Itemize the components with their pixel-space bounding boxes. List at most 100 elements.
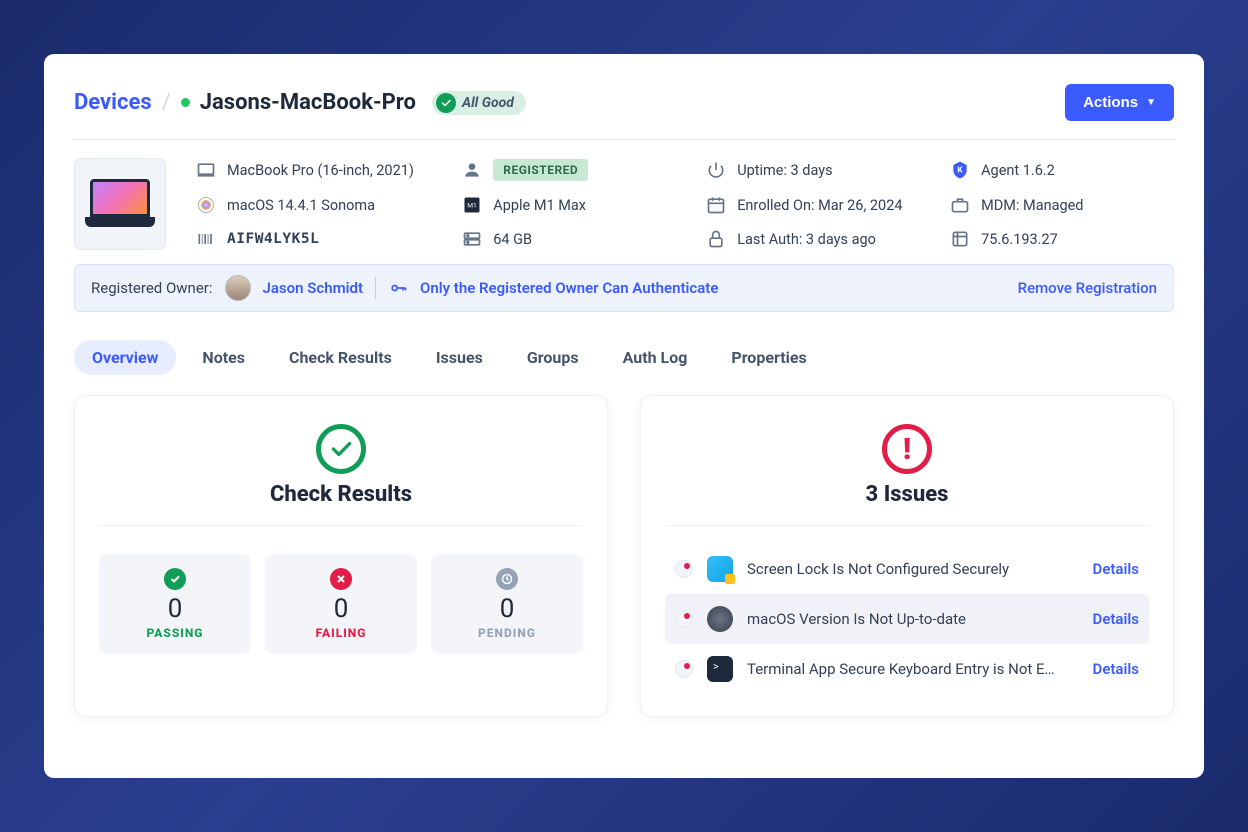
actions-label: Actions — [1083, 94, 1138, 111]
remove-registration-link[interactable]: Remove Registration — [1018, 279, 1157, 297]
owner-policy-link[interactable]: Only the Registered Owner Can Authentica… — [420, 279, 718, 297]
info-enrolled: Enrolled On: Mar 26, 2024 — [706, 194, 930, 216]
tab-issues[interactable]: Issues — [418, 340, 501, 375]
tab-check-results[interactable]: Check Results — [271, 340, 410, 375]
device-info-section: MacBook Pro (16-inch, 2021) REGISTERED U… — [74, 140, 1174, 264]
issue-row[interactable]: macOS Version Is Not Up-to-date Details — [665, 594, 1149, 644]
issues-title: 3 Issues — [665, 482, 1149, 507]
device-image — [74, 158, 166, 250]
stat-pending-label: PENDING — [439, 626, 575, 640]
info-model-value: MacBook Pro (16-inch, 2021) — [227, 162, 414, 179]
info-serial-value: AIFW4LYK5L — [227, 231, 319, 247]
registered-badge: REGISTERED — [493, 159, 588, 181]
chip-icon: M1 — [462, 195, 482, 215]
status-pill: All Good — [432, 91, 526, 115]
info-mdm-value: MDM: Managed — [981, 197, 1083, 214]
info-os: macOS 14.4.1 Sonoma — [196, 194, 442, 216]
owner-name-link[interactable]: Jason Schmidt — [263, 279, 363, 297]
owner-bar: Registered Owner: Jason Schmidt Only the… — [74, 264, 1174, 312]
agent-icon: K — [950, 160, 970, 180]
header-row: Devices / Jasons-MacBook-Pro All Good Ac… — [74, 84, 1174, 140]
check-results-stats: 0 PASSING 0 FAILING 0 PENDING — [99, 554, 583, 654]
info-model: MacBook Pro (16-inch, 2021) — [196, 158, 442, 182]
lock-icon — [706, 229, 726, 249]
key-icon — [388, 278, 408, 298]
owner-avatar — [225, 275, 251, 301]
issues-list: Screen Lock Is Not Configured Securely D… — [665, 544, 1149, 694]
device-info-grid: MacBook Pro (16-inch, 2021) REGISTERED U… — [196, 158, 1174, 250]
tab-overview[interactable]: Overview — [74, 340, 176, 375]
owner-label: Registered Owner: — [91, 279, 213, 297]
breadcrumb-root-link[interactable]: Devices — [74, 90, 152, 115]
check-results-card: Check Results 0 PASSING 0 FAILING 0 PEND… — [74, 395, 608, 717]
overview-cards: Check Results 0 PASSING 0 FAILING 0 PEND… — [74, 395, 1174, 717]
gauge-icon — [675, 660, 693, 678]
person-icon — [462, 160, 482, 180]
stat-passing[interactable]: 0 PASSING — [99, 554, 251, 654]
check-icon — [164, 568, 186, 590]
info-enrolled-value: Enrolled On: Mar 26, 2024 — [737, 197, 902, 214]
info-uptime-value: Uptime: 3 days — [737, 162, 832, 179]
check-circle-icon — [316, 424, 366, 474]
stat-failing-label: FAILING — [273, 626, 409, 640]
status-dot-icon — [181, 98, 190, 107]
power-icon — [706, 160, 726, 180]
actions-button[interactable]: Actions ▼ — [1065, 84, 1174, 121]
storage-icon — [462, 229, 482, 249]
x-icon — [330, 568, 352, 590]
status-text: All Good — [462, 95, 522, 111]
check-results-title: Check Results — [99, 482, 583, 507]
tab-properties[interactable]: Properties — [713, 340, 824, 375]
info-registration: REGISTERED — [462, 158, 686, 182]
briefcase-icon — [950, 195, 970, 215]
screen-lock-icon — [707, 556, 733, 582]
check-icon — [436, 93, 456, 113]
info-os-value: macOS 14.4.1 Sonoma — [227, 197, 375, 214]
separator — [375, 277, 376, 299]
issue-row[interactable]: Screen Lock Is Not Configured Securely D… — [665, 544, 1149, 594]
breadcrumb: Devices / Jasons-MacBook-Pro All Good — [74, 90, 526, 115]
issues-card: ! 3 Issues Screen Lock Is Not Configured… — [640, 395, 1174, 717]
info-storage-value: 64 GB — [493, 231, 532, 248]
stat-failing[interactable]: 0 FAILING — [265, 554, 417, 654]
info-chip-value: Apple M1 Max — [493, 197, 586, 214]
info-chip: M1 Apple M1 Max — [462, 194, 686, 216]
breadcrumb-separator: / — [162, 90, 171, 115]
info-last-auth: Last Auth: 3 days ago — [706, 228, 930, 250]
tab-notes[interactable]: Notes — [184, 340, 263, 375]
tab-groups[interactable]: Groups — [509, 340, 597, 375]
network-icon — [950, 229, 970, 249]
issue-text: Screen Lock Is Not Configured Securely — [747, 560, 1079, 578]
warning-icon: ! — [882, 424, 932, 474]
info-storage: 64 GB — [462, 228, 686, 250]
stat-passing-count: 0 — [107, 594, 243, 624]
details-link[interactable]: Details — [1093, 560, 1139, 578]
chevron-down-icon: ▼ — [1146, 97, 1156, 108]
issue-text: macOS Version Is Not Up-to-date — [747, 610, 1079, 628]
info-agent-value: Agent 1.6.2 — [981, 162, 1055, 179]
info-ip-value: 75.6.193.27 — [981, 231, 1058, 248]
terminal-icon — [707, 656, 733, 682]
issue-text: Terminal App Secure Keyboard Entry is No… — [747, 660, 1079, 678]
details-link[interactable]: Details — [1093, 610, 1139, 628]
clock-icon — [496, 568, 518, 590]
issues-header: ! 3 Issues — [665, 424, 1149, 526]
info-mdm: MDM: Managed — [950, 194, 1174, 216]
tab-auth-log[interactable]: Auth Log — [605, 340, 706, 375]
barcode-icon — [196, 229, 216, 249]
info-last-auth-value: Last Auth: 3 days ago — [737, 231, 876, 248]
details-link[interactable]: Details — [1093, 660, 1139, 678]
stat-pending[interactable]: 0 PENDING — [431, 554, 583, 654]
tabs: Overview Notes Check Results Issues Grou… — [74, 340, 1174, 375]
gauge-icon — [675, 610, 693, 628]
info-ip: 75.6.193.27 — [950, 228, 1174, 250]
device-detail-panel: Devices / Jasons-MacBook-Pro All Good Ac… — [44, 54, 1204, 778]
os-icon — [196, 195, 216, 215]
issue-row[interactable]: Terminal App Secure Keyboard Entry is No… — [665, 644, 1149, 694]
check-results-header: Check Results — [99, 424, 583, 526]
info-uptime: Uptime: 3 days — [706, 158, 930, 182]
info-serial: AIFW4LYK5L — [196, 228, 442, 250]
svg-text:K: K — [957, 166, 963, 176]
calendar-icon — [706, 195, 726, 215]
stat-passing-label: PASSING — [107, 626, 243, 640]
